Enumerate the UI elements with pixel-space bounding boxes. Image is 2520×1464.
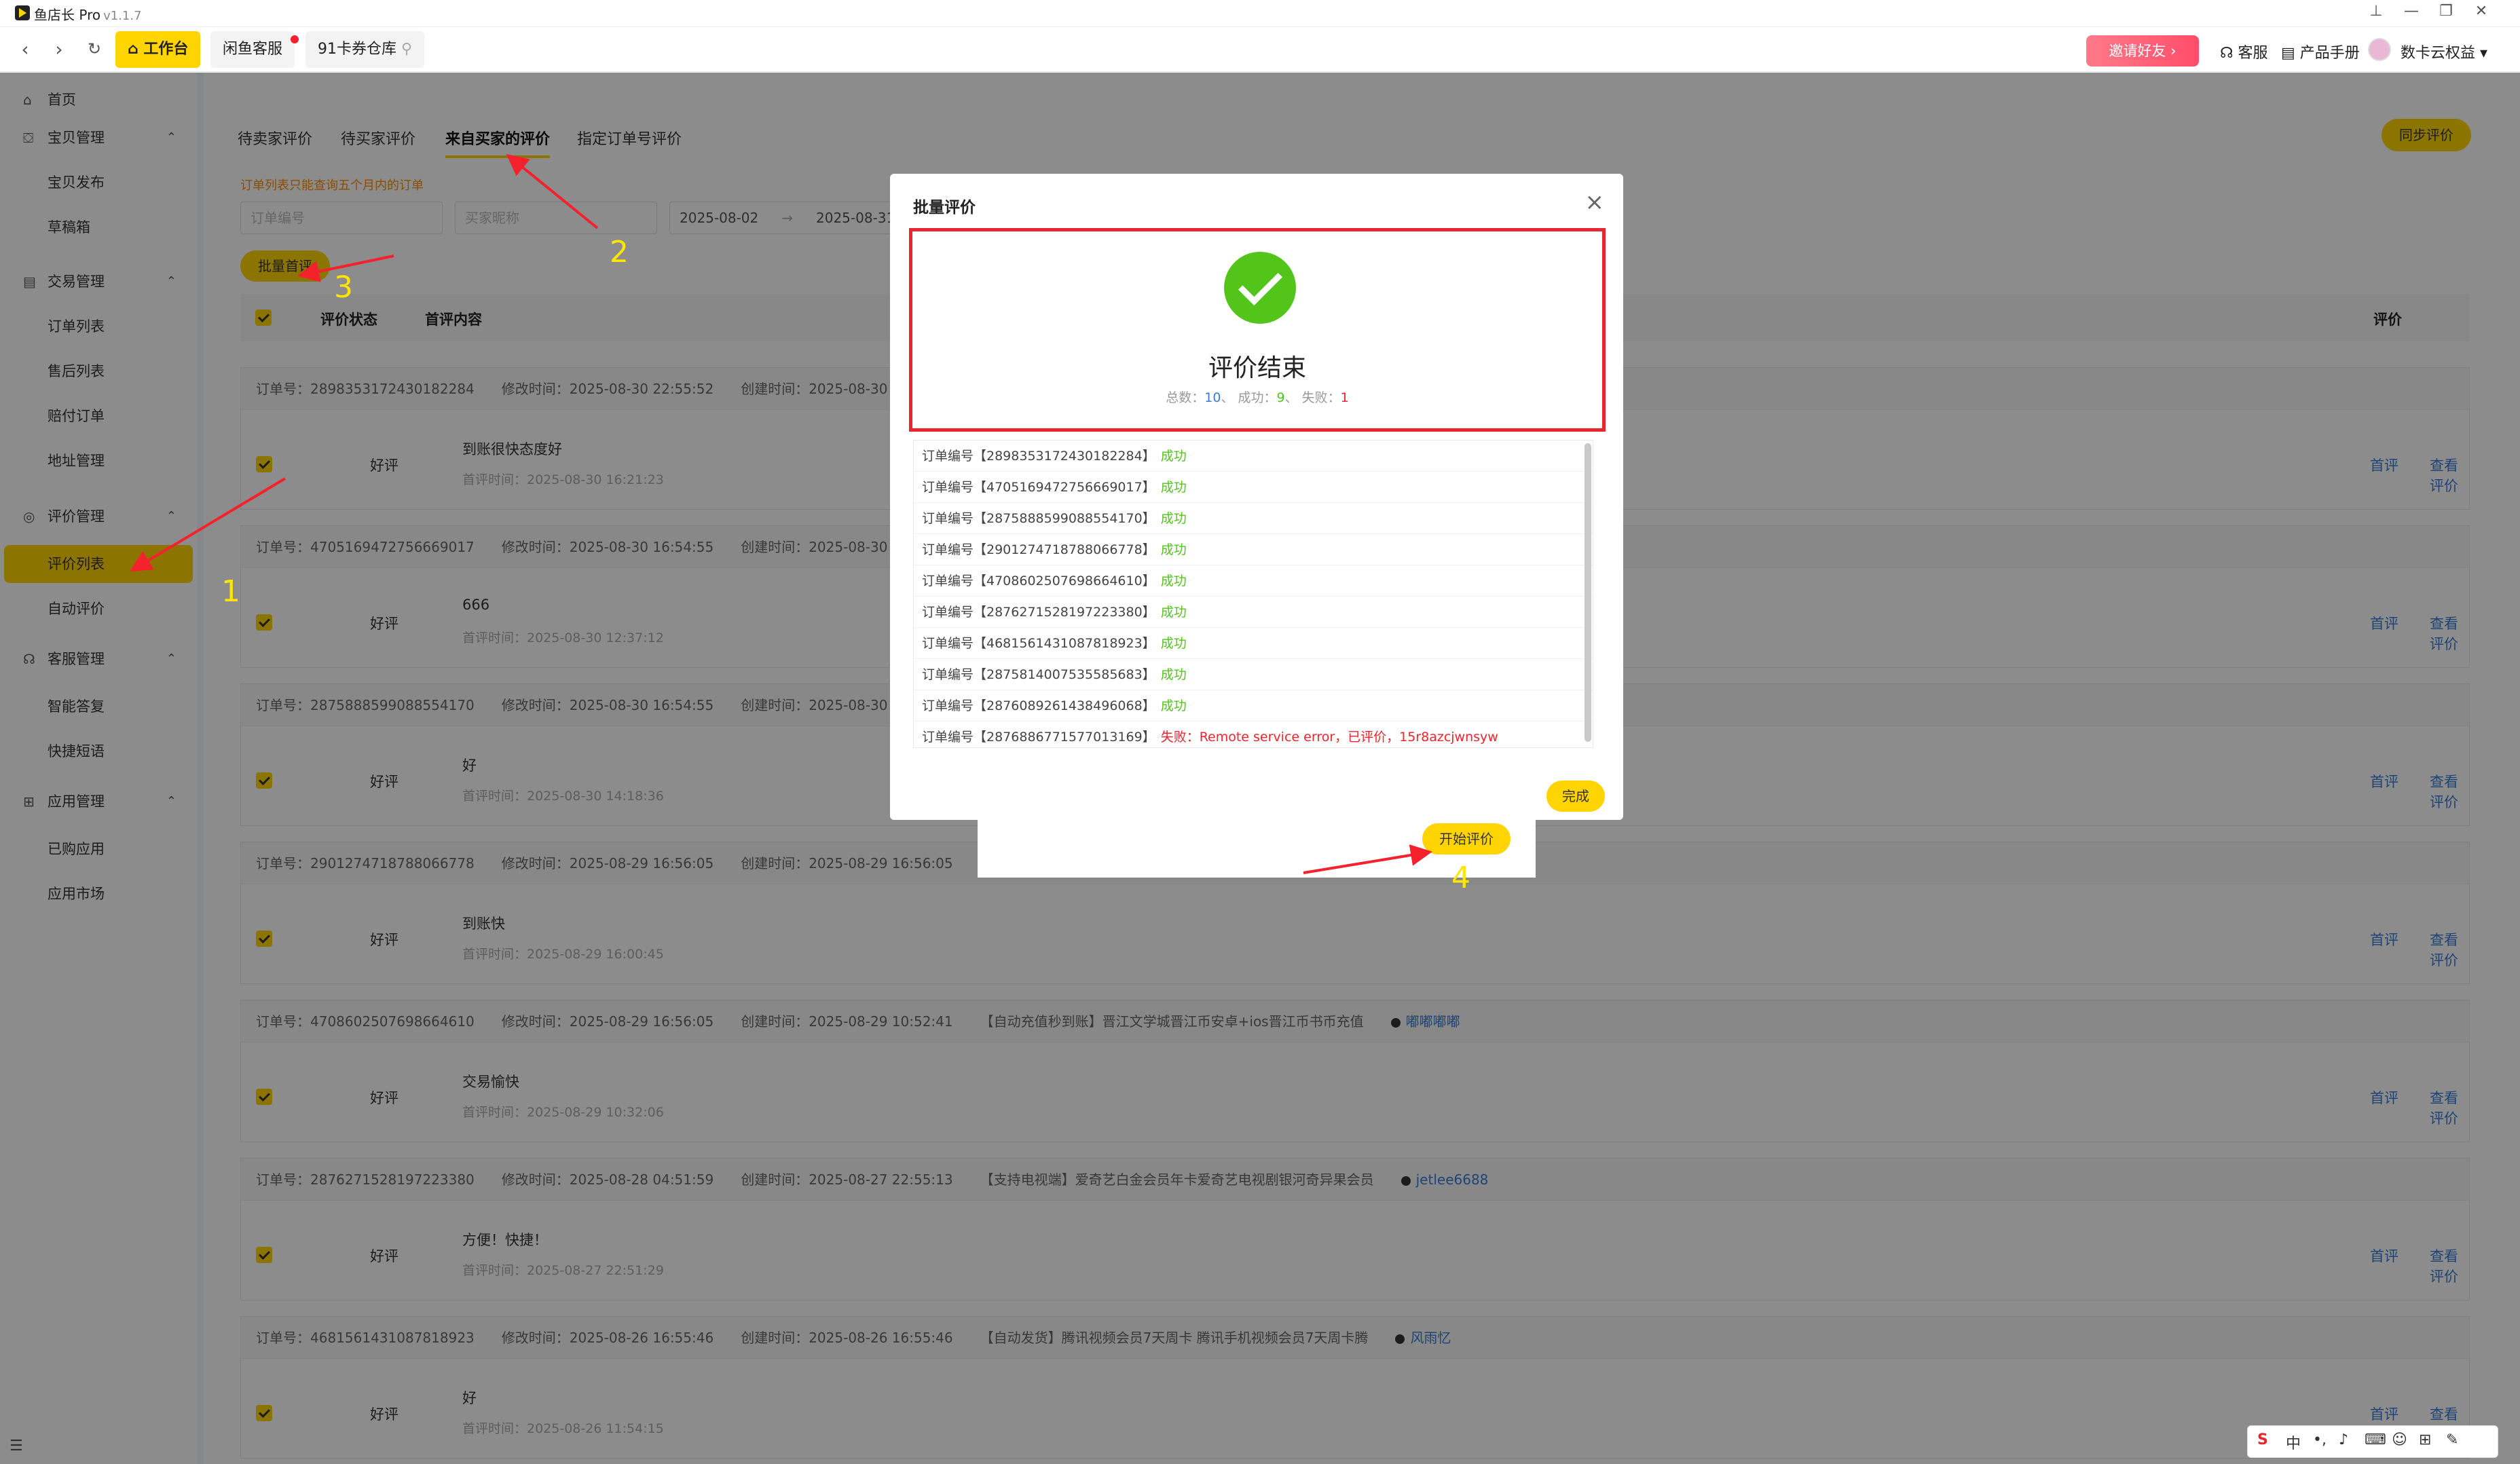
ime-toolbar: S 中 •, ♪ ⌨ ☺ ⊞ ✎ <box>2247 1425 2498 1458</box>
ime-emoji-icon[interactable]: ☺ <box>2392 1431 2407 1448</box>
annotation-number-2: 2 <box>610 235 629 269</box>
ime-punct-toggle[interactable]: •, <box>2313 1431 2327 1448</box>
annotation-arrow-1 <box>130 477 286 572</box>
grid-menu-icon[interactable]: ⊞ <box>2419 1431 2431 1448</box>
annotation-arrow-2 <box>506 153 599 229</box>
ime-lang-toggle[interactable]: 中 <box>2286 1431 2301 1453</box>
annotation-number-3: 3 <box>334 270 353 305</box>
annotation-number-4: 4 <box>1451 861 1470 895</box>
keyboard-icon[interactable]: ⌨ <box>2365 1431 2386 1448</box>
annotation-arrow-4 <box>1303 844 1432 874</box>
annotation-number-1: 1 <box>221 574 240 609</box>
annotation-arrows <box>130 153 1432 874</box>
ime-more-icon[interactable]: ✎ <box>2446 1431 2458 1448</box>
microphone-icon[interactable]: ♪ <box>2339 1431 2348 1448</box>
ime-logo-icon[interactable]: S <box>2257 1431 2268 1448</box>
